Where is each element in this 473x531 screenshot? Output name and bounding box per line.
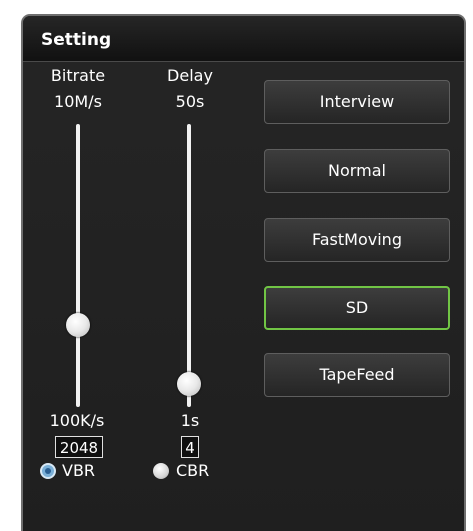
panel-header: Setting [23, 16, 464, 62]
interview-button[interactable]: Interview [264, 80, 450, 124]
cbr-label: CBR [176, 461, 210, 480]
normal-button[interactable]: Normal [264, 149, 450, 193]
bitrate-slider-thumb[interactable] [66, 312, 90, 337]
delay-label: Delay [167, 66, 213, 85]
bitrate-max-label: 10M/s [54, 92, 102, 111]
delay-value-box[interactable]: 4 [181, 436, 199, 458]
delay-max-label: 50s [175, 92, 205, 111]
fastmoving-button[interactable]: FastMoving [264, 218, 450, 262]
vbr-label: VBR [62, 461, 96, 480]
bitrate-min-label: 100K/s [49, 411, 105, 430]
bitrate-value-box[interactable]: 2048 [55, 436, 103, 458]
bitrate-slider-track[interactable] [76, 124, 80, 407]
panel-title: Setting [41, 30, 112, 50]
delay-min-label: 1s [180, 411, 200, 430]
tapefeed-button[interactable]: TapeFeed [264, 353, 450, 397]
bitrate-label: Bitrate [50, 66, 106, 85]
delay-slider-track[interactable] [187, 124, 191, 407]
vbr-radio[interactable] [40, 463, 56, 479]
sd-button[interactable]: SD [264, 286, 450, 330]
cbr-radio[interactable] [153, 463, 169, 479]
